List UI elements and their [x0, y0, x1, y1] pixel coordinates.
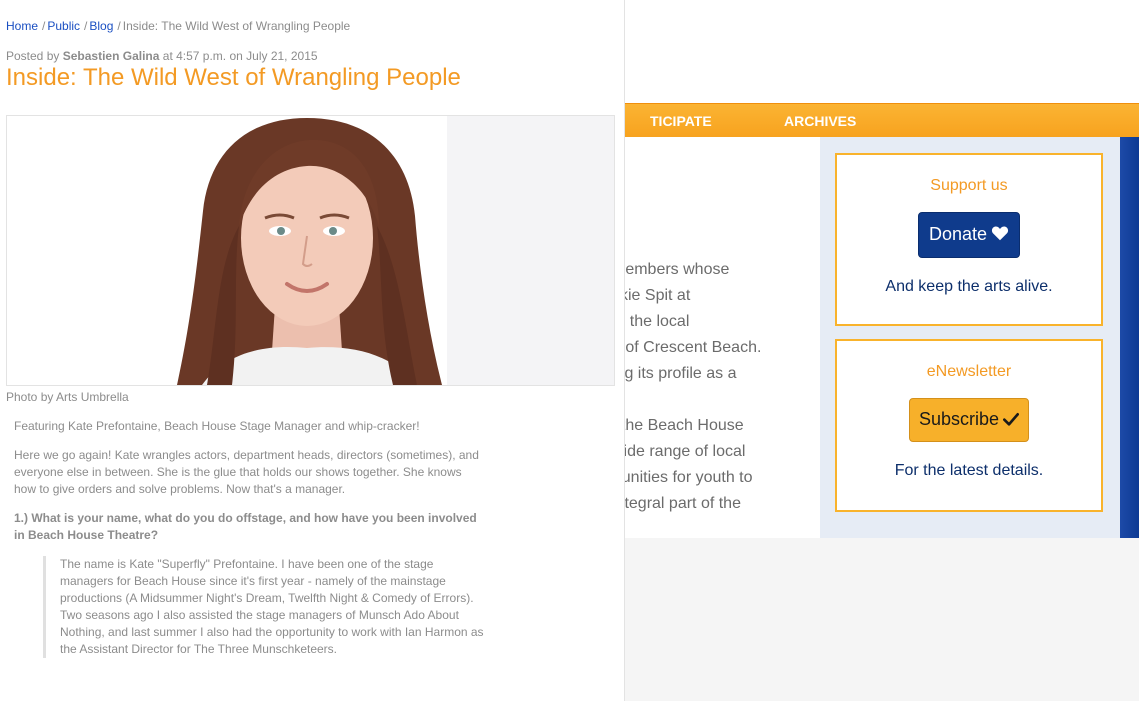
article-intro: Featuring Kate Prefontaine, Beach House … [14, 419, 420, 433]
answer-text: The name is Kate "Superfly" Prefontaine.… [60, 557, 484, 656]
subscribe-label: Subscribe [918, 409, 1000, 429]
donate-label: Donate [928, 224, 988, 244]
post-photo [6, 115, 615, 386]
newsletter-title: eNewsletter [926, 363, 1012, 380]
breadcrumb-home[interactable]: Home [6, 19, 38, 33]
article-overlay-panel: Home / Public / Blog / Inside: The Wild West o… [0, 0, 625, 701]
post-author: Sebastien Galina [62, 49, 160, 63]
text-line: rtunities for youth to [612, 469, 753, 486]
breadcrumb-separator: / [42, 19, 46, 33]
newsletter-note: For the latest details. [894, 461, 1044, 479]
breadcrumb-blog[interactable]: Blog [89, 19, 113, 33]
nav-item-archives[interactable]: ARCHIVES [784, 113, 856, 129]
nav-item-participate[interactable]: TICIPATE [650, 113, 712, 129]
text-line: wide range of local [612, 443, 746, 460]
heart-icon [991, 225, 1009, 246]
text-line: th the local [612, 313, 690, 330]
post-title: Inside: The Wild West of Wrangling Peopl… [6, 64, 461, 91]
text-line: n of Crescent Beach. [612, 339, 762, 356]
breadcrumb-separator: / [117, 19, 121, 33]
breadcrumb-current: Inside: The Wild West of Wrangling Peopl… [122, 19, 351, 33]
support-title: Support us [930, 177, 1008, 194]
breadcrumb-public[interactable]: Public [47, 19, 80, 33]
background-body-text: members whose ckie Spit at th the local … [612, 257, 817, 517]
text-line: , the Beach House [612, 417, 744, 434]
subscribe-button[interactable]: Subscribe [908, 398, 1030, 442]
interview-question: 1.) What is your name, what do you do of… [14, 511, 477, 542]
text-line: integral part of the [612, 495, 741, 512]
checkmark-icon [1003, 410, 1020, 431]
breadcrumb-separator: / [84, 19, 88, 33]
article-body: Featuring Kate Prefontaine, Beach House … [14, 418, 484, 670]
support-widget: Support us Donate And keep the arts aliv… [835, 153, 1103, 326]
photo-caption: Photo by Arts Umbrella [6, 390, 129, 404]
newsletter-widget: eNewsletter Subscribe For the latest det… [835, 339, 1103, 512]
article-paragraph: Here we go again! Kate wrangles actors, … [14, 448, 479, 496]
posted-date: at 4:57 p.m. on July 21, 2015 [162, 49, 318, 63]
donate-button[interactable]: Donate [917, 212, 1021, 258]
breadcrumb: Home / Public / Blog / Inside: The Wild West o… [6, 19, 350, 33]
posted-prefix: Posted by [6, 49, 60, 63]
post-meta: Posted by Sebastien Galina at 4:57 p.m. … [6, 49, 318, 63]
text-line: ing its profile as a [612, 365, 737, 382]
blue-edge-strip [1120, 137, 1139, 538]
text-line: ckie Spit at [612, 287, 691, 304]
support-note: And keep the arts alive. [885, 277, 1053, 295]
text-line: members whose [612, 261, 730, 278]
interview-answer: The name is Kate "Superfly" Prefontaine.… [43, 556, 484, 658]
